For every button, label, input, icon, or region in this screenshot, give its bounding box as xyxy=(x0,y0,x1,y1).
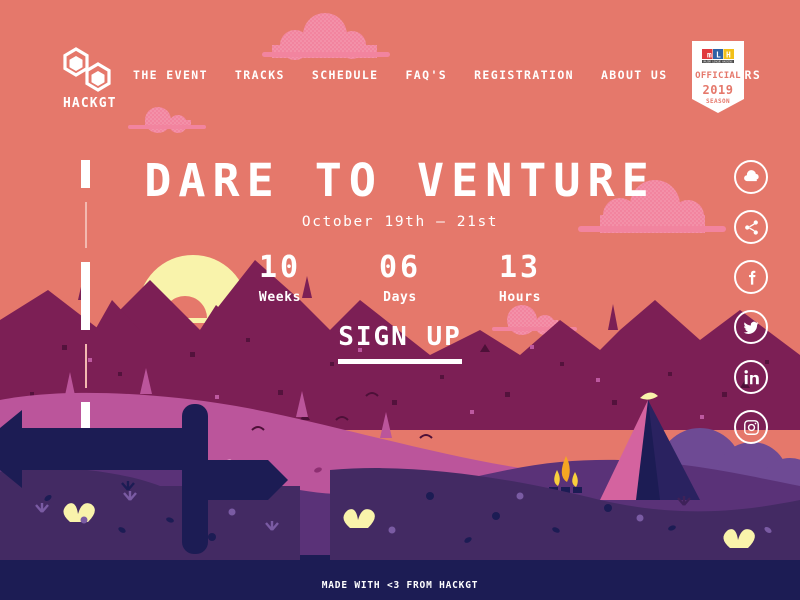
signup-button[interactable]: SIGN UP xyxy=(338,322,462,364)
mlh-logo-m: m xyxy=(707,51,712,60)
brand-name: HACKGT xyxy=(63,96,117,111)
site-header: HACKGT THE EVENT TRACKS SCHEDULE FAQ'S R… xyxy=(0,0,800,125)
mlh-logo-l: L xyxy=(716,51,721,60)
linkedin-icon[interactable] xyxy=(734,360,768,394)
mlh-official: OFFICIAL xyxy=(695,71,741,81)
scroll-indicator[interactable] xyxy=(81,160,90,428)
event-dates: October 19th – 21st xyxy=(301,214,499,230)
social-links xyxy=(734,160,768,444)
signup-button-label: SIGN UP xyxy=(338,322,462,352)
share-icon[interactable] xyxy=(734,210,768,244)
mlh-tagline: MAJOR LEAGUE HACKING xyxy=(704,61,733,64)
countdown-unit-weeks: 10 Weeks xyxy=(241,252,319,305)
countdown-days-label: Days xyxy=(383,289,417,305)
twitter-icon[interactable] xyxy=(734,310,768,344)
main-navigation: THE EVENT TRACKS SCHEDULE FAQ'S REGISTRA… xyxy=(133,68,761,82)
mlh-year: 2019 xyxy=(703,83,734,97)
countdown-unit-days: 06 Days xyxy=(361,252,439,305)
nav-registration[interactable]: REGISTRATION xyxy=(474,68,574,82)
site-footer: MADE WITH <3 FROM HACKGT xyxy=(0,570,800,600)
signup-cta-wrapper: SIGN UP xyxy=(0,322,800,364)
scroll-block-2 xyxy=(81,262,90,330)
nav-about-us[interactable]: ABOUT US xyxy=(601,68,668,82)
scroll-block-3 xyxy=(81,402,90,428)
scroll-line-1 xyxy=(84,202,87,248)
signup-underline xyxy=(338,359,462,364)
hexagon-logo-icon xyxy=(63,47,111,92)
mlh-season: SEASON xyxy=(706,98,730,105)
footer-credit: MADE WITH <3 FROM HACKGT xyxy=(321,579,479,591)
countdown-hours-value: 13 xyxy=(498,250,542,285)
countdown-timer: 10 Weeks 06 Days 13 Hours xyxy=(0,252,800,305)
instagram-icon[interactable] xyxy=(734,410,768,444)
scroll-line-2 xyxy=(84,344,87,388)
nav-tracks[interactable]: TRACKS xyxy=(235,68,285,82)
facebook-icon[interactable] xyxy=(734,260,768,294)
nav-schedule[interactable]: SCHEDULE xyxy=(312,68,379,82)
scroll-block-1 xyxy=(81,160,90,188)
mlh-badge[interactable]: m L H MAJOR LEAGUE HACKING OFFICIAL 2019… xyxy=(692,41,744,113)
page-title: DARE TO VENTURE xyxy=(144,154,656,207)
page-root: HACKGT THE EVENT TRACKS SCHEDULE FAQ'S R… xyxy=(0,0,800,600)
countdown-unit-hours: 13 Hours xyxy=(481,252,559,305)
countdown-weeks-value: 10 xyxy=(258,250,302,285)
mlh-logo-h: H xyxy=(726,51,731,60)
cloud-icon[interactable] xyxy=(734,160,768,194)
brand-logo[interactable]: HACKGT xyxy=(62,46,124,114)
countdown-hours-label: Hours xyxy=(498,289,542,305)
countdown-weeks-label: Weeks xyxy=(258,289,302,305)
nav-faqs[interactable]: FAQ'S xyxy=(405,68,447,82)
countdown-days-value: 06 xyxy=(378,250,422,285)
nav-the-event[interactable]: THE EVENT xyxy=(133,68,208,82)
